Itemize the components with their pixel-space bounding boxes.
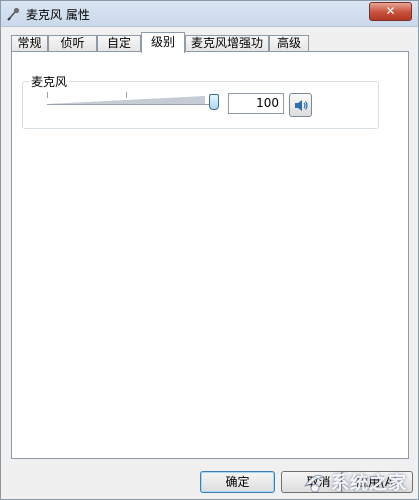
tab-advanced[interactable]: 高级 — [269, 35, 309, 52]
microphone-level-group: 麦克风 100 — [22, 73, 379, 129]
watermark-logo-icon — [303, 474, 326, 493]
slider-line — [47, 104, 211, 105]
watermark: 系统之家 — [301, 464, 419, 500]
speaker-icon — [295, 100, 308, 111]
ok-button[interactable]: 确定 — [200, 471, 275, 493]
microphone-icon — [7, 7, 20, 21]
levels-panel: 麦克风 100 — [11, 51, 409, 459]
mute-button[interactable] — [289, 93, 312, 117]
slider-tick — [47, 92, 48, 98]
tab-enhancements[interactable]: 麦克风增强功能 — [185, 35, 269, 65]
level-slider-thumb[interactable] — [209, 94, 219, 110]
window-title: 麦克风 属性 — [26, 8, 90, 22]
slider-tick — [126, 92, 127, 98]
level-value-field[interactable]: 100 — [228, 93, 284, 114]
watermark-text: 系统之家 — [331, 473, 407, 494]
group-label: 麦克风 — [29, 73, 70, 90]
close-icon: ✕ — [385, 4, 396, 18]
tab-listen[interactable]: 侦听 — [48, 35, 97, 52]
tab-strip: 常规 侦听 自定义 级别 麦克风增强功能 高级 — [11, 32, 409, 65]
tab-levels[interactable]: 级别 — [141, 32, 185, 53]
level-slider-track[interactable] — [47, 92, 211, 106]
properties-window: 麦克风 属性 ✕ 常规 侦听 自定义 级别 麦克风增强功能 高级 麦克风 100 — [0, 0, 419, 500]
close-button[interactable]: ✕ — [369, 2, 412, 21]
title-bar[interactable]: 麦克风 属性 ✕ — [1, 1, 418, 27]
tab-general[interactable]: 常规 — [11, 35, 48, 52]
tab-custom[interactable]: 自定义 — [97, 35, 141, 65]
